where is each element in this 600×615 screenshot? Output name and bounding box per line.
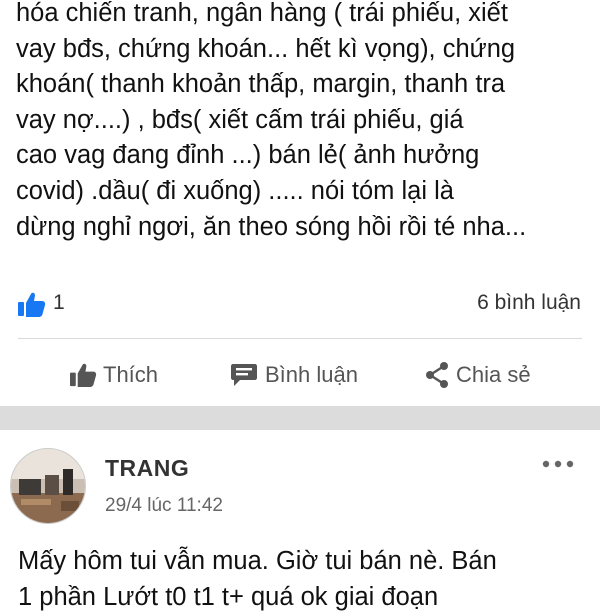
comment-count[interactable]: 6 bình luận bbox=[477, 291, 581, 315]
action-bar: Thích Bình luận Chia sẻ bbox=[0, 350, 600, 400]
like-button[interactable]: Thích bbox=[69, 350, 158, 400]
divider bbox=[18, 338, 582, 339]
feed-separator bbox=[0, 406, 600, 430]
comment-button-label: Bình luận bbox=[265, 362, 358, 387]
post-text-line: hóa chiến tranh, ngân hàng ( trái phiếu,… bbox=[16, 0, 508, 27]
thumbs-up-icon bbox=[69, 362, 97, 388]
post-text-line: khoán( thanh khoản thấp, margin, thanh t… bbox=[16, 70, 506, 99]
thumbs-up-icon[interactable] bbox=[17, 291, 46, 318]
like-button-label: Thích bbox=[103, 362, 159, 387]
more-icon[interactable] bbox=[540, 456, 576, 472]
post-text-line: vay bđs, chứng khoán... hết kì vọng), ch… bbox=[16, 34, 516, 63]
post-text-line: vay nợ....) , bđs( xiết cấm trái phiếu, … bbox=[16, 105, 464, 134]
share-button[interactable]: Chia sẻ bbox=[424, 350, 531, 400]
post-text: hóa chiến tranh, ngân hàng ( trái phiếu,… bbox=[16, 0, 591, 245]
reactions-bar: 1 6 bình luận bbox=[0, 282, 600, 326]
comment-button[interactable]: Bình luận bbox=[231, 350, 358, 400]
comment-icon bbox=[231, 362, 259, 388]
comment-header: TRANG 29/4 lúc 11:42 bbox=[0, 430, 600, 530]
comment-text-line: Mấy hôm tui vẫn mua. Giờ tui bán nè. Bán bbox=[18, 547, 497, 575]
comment-text-line: 1 phần Lướt t0 t1 t+ quá ok giai đoạn bbox=[18, 583, 439, 611]
like-count[interactable]: 1 bbox=[53, 291, 65, 315]
post-text-line: dừng nghỉ ngơi, ăn theo sóng hồi rồi té … bbox=[16, 212, 527, 241]
timestamp[interactable]: 29/4 lúc 11:42 bbox=[105, 495, 223, 517]
avatar[interactable] bbox=[10, 448, 86, 524]
author-name[interactable]: TRANG bbox=[105, 455, 189, 482]
share-button-label: Chia sẻ bbox=[456, 362, 531, 387]
post-text-line: cao vag đang đỉnh ...) bán lẻ( ảnh hưởng bbox=[16, 141, 480, 170]
post-text-line: covid) .dầu( đi xuống) ..... nói tóm lại… bbox=[16, 176, 454, 205]
comment-text: Mấy hôm tui vẫn mua. Giờ tui bán nè. Bán… bbox=[18, 543, 598, 615]
share-icon bbox=[424, 361, 450, 389]
